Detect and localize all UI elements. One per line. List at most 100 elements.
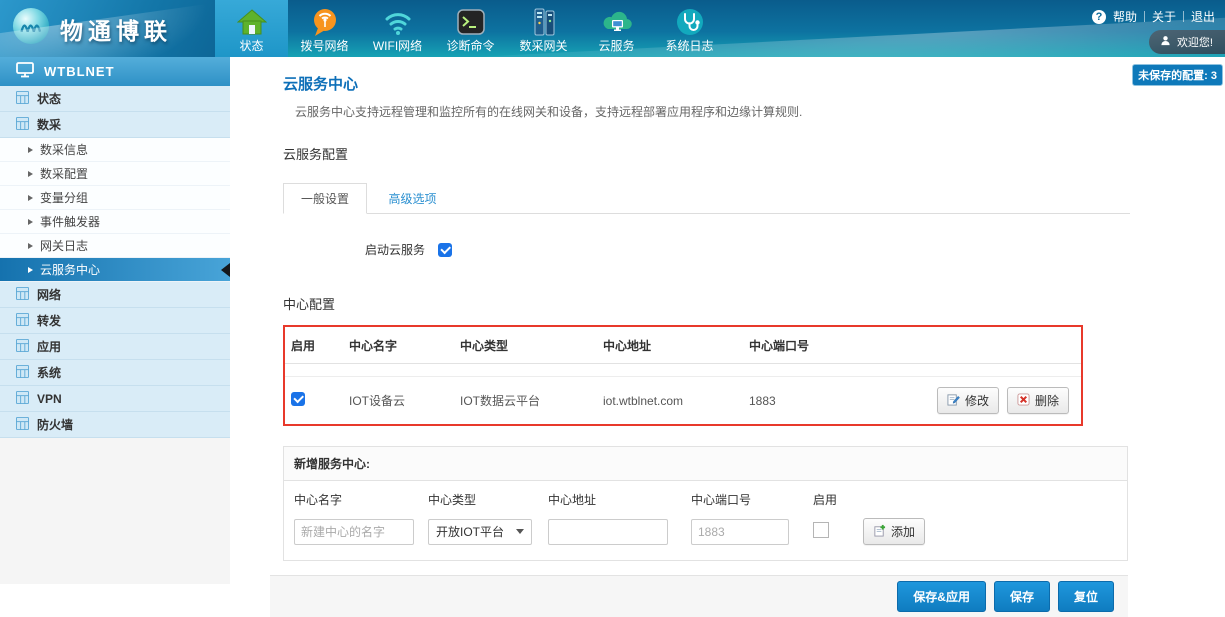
cell-center-port: 1883 xyxy=(749,394,905,408)
help-link[interactable]: 帮助 xyxy=(1113,8,1137,25)
save-apply-button[interactable]: 保存&应用 xyxy=(897,581,986,612)
cell-center-type: IOT数据云平台 xyxy=(460,392,603,409)
sidebar-item-vpn[interactable]: VPN xyxy=(0,386,230,412)
grid-icon xyxy=(16,417,29,433)
cloud-config-heading: 云服务配置 xyxy=(283,144,1225,163)
sidebar-subitem-label: 云服务中心 xyxy=(40,261,100,278)
sidebar-item-system[interactable]: 系统 xyxy=(0,360,230,386)
brand-name: 物通博联 xyxy=(60,12,172,46)
triangle-bullet-icon xyxy=(28,195,33,201)
sidebar-item-status[interactable]: 状态 xyxy=(0,86,230,112)
header-links: ? 帮助 关于 退出 xyxy=(1092,8,1215,25)
table-row: IOT设备云 IOT数据云平台 iot.wtblnet.com 1883 修改 xyxy=(285,377,1081,424)
table-header-row: 启用 中心名字 中心类型 中心地址 中心端口号 xyxy=(285,327,1081,364)
col-header-port: 中心端口号 xyxy=(749,337,905,354)
grid-icon xyxy=(16,365,29,381)
divider xyxy=(1144,11,1145,22)
label-center-type: 中心类型 xyxy=(428,481,548,513)
nav-item-data-gateway[interactable]: 数采网关 xyxy=(507,0,580,57)
logout-link[interactable]: 退出 xyxy=(1191,8,1215,25)
delete-x-icon xyxy=(1017,393,1030,409)
save-button[interactable]: 保存 xyxy=(994,581,1050,612)
monitor-icon xyxy=(16,62,34,81)
device-name-header: WTBLNET xyxy=(0,57,230,86)
label-center-name: 中心名字 xyxy=(294,481,428,513)
center-config-heading: 中心配置 xyxy=(283,294,1225,313)
label-center-address: 中心地址 xyxy=(548,481,691,513)
user-icon xyxy=(1160,35,1171,49)
sidebar-subitem-label: 数采信息 xyxy=(40,141,88,158)
selected-arrow-icon xyxy=(221,263,230,277)
help-icon: ? xyxy=(1092,10,1106,24)
wifi-icon xyxy=(383,5,413,39)
sidebar-item-data-collection[interactable]: 数采 xyxy=(0,112,230,138)
sidebar-subitem-cloud-service-center[interactable]: 云服务中心 xyxy=(0,258,230,282)
enable-cloud-checkbox[interactable] xyxy=(438,243,452,257)
sidebar-item-forwarding[interactable]: 转发 xyxy=(0,308,230,334)
col-header-address: 中心地址 xyxy=(603,337,749,354)
center-address-input[interactable] xyxy=(548,519,668,545)
nav-item-status[interactable]: 状态 xyxy=(215,0,288,57)
sidebar-subitem-data-config[interactable]: 数采配置 xyxy=(0,162,230,186)
sidebar-item-network[interactable]: 网络 xyxy=(0,282,230,308)
sidebar-subitem-data-info[interactable]: 数采信息 xyxy=(0,138,230,162)
sidebar-subitem-gateway-log[interactable]: 网关日志 xyxy=(0,234,230,258)
triangle-bullet-icon xyxy=(28,171,33,177)
cell-center-name: IOT设备云 xyxy=(349,392,460,409)
center-type-select[interactable]: 开放IOT平台 xyxy=(428,519,532,545)
label-enable: 启用 xyxy=(813,481,863,513)
sidebar-subitem-label: 变量分组 xyxy=(40,189,88,206)
about-link[interactable]: 关于 xyxy=(1152,8,1176,25)
row-actions: 修改 删除 xyxy=(905,387,1081,414)
add-button[interactable]: 添加 xyxy=(863,518,925,545)
sidebar-item-label: 网络 xyxy=(37,286,61,303)
nav-item-dial-network[interactable]: 拨号网络 xyxy=(288,0,361,57)
page-description: 云服务中心支持远程管理和监控所有的在线网关和设备，支持远程部署应用程序和边缘计算… xyxy=(295,103,1225,120)
nav-item-cloud-service[interactable]: 云服务 xyxy=(580,0,653,57)
nav-item-wifi-network[interactable]: WIFI网络 xyxy=(361,0,434,57)
table-spacer-row xyxy=(285,364,1081,377)
col-header-enable: 启用 xyxy=(291,337,349,354)
tab-advanced-options[interactable]: 高级选项 xyxy=(371,184,453,213)
nav-label: 状态 xyxy=(239,39,263,53)
edit-button[interactable]: 修改 xyxy=(937,387,999,414)
edit-button-label: 修改 xyxy=(965,392,989,409)
center-type-selected-value: 开放IOT平台 xyxy=(436,523,504,540)
tab-general-settings[interactable]: 一般设置 xyxy=(283,183,367,214)
center-port-input[interactable] xyxy=(691,519,789,545)
grid-icon xyxy=(16,339,29,355)
new-center-enable-checkbox[interactable] xyxy=(813,522,829,538)
top-header: 物通博联 状态 xyxy=(0,0,1225,57)
settings-tabs: 一般设置 高级选项 xyxy=(283,183,1130,214)
add-service-center-panel: 新增服务中心: 中心名字 中心类型 中心地址 中心端口号 启用 开放IOT平台 xyxy=(283,446,1128,561)
server-icon xyxy=(529,5,559,39)
center-config-table-highlight-box: 启用 中心名字 中心类型 中心地址 中心端口号 IOT设备云 IOT数据云平台 … xyxy=(283,325,1083,426)
welcome-badge[interactable]: 欢迎您! xyxy=(1149,30,1225,54)
chevron-down-icon xyxy=(516,529,524,534)
edit-pencil-icon xyxy=(947,393,960,409)
delete-button[interactable]: 删除 xyxy=(1007,387,1069,414)
nav-item-diagnostic-command[interactable]: 诊断命令 xyxy=(434,0,507,57)
welcome-text: 欢迎您! xyxy=(1177,34,1213,50)
grid-icon xyxy=(16,287,29,303)
sidebar-item-application[interactable]: 应用 xyxy=(0,334,230,360)
col-header-type: 中心类型 xyxy=(460,337,603,354)
delete-button-label: 删除 xyxy=(1035,392,1059,409)
nav-label: 数采网关 xyxy=(519,39,567,53)
nav-item-system-log[interactable]: 系统日志 xyxy=(653,0,726,57)
sidebar-subitem-label: 数采配置 xyxy=(40,165,88,182)
device-name: WTBLNET xyxy=(44,64,115,79)
nav-label: 拨号网络 xyxy=(300,39,348,53)
center-name-input[interactable] xyxy=(294,519,414,545)
sidebar-item-firewall[interactable]: 防火墙 xyxy=(0,412,230,438)
reset-button[interactable]: 复位 xyxy=(1058,581,1114,612)
sidebar-item-label: 转发 xyxy=(37,312,61,329)
stethoscope-icon xyxy=(675,5,705,39)
triangle-bullet-icon xyxy=(28,219,33,225)
sidebar-subitem-event-trigger[interactable]: 事件触发器 xyxy=(0,210,230,234)
sidebar-subitem-variable-group[interactable]: 变量分组 xyxy=(0,186,230,210)
footer-actions-bar: 保存&应用 保存 复位 xyxy=(270,575,1128,617)
unsaved-config-badge[interactable]: 未保存的配置: 3 xyxy=(1132,64,1223,86)
row-enable-checkbox[interactable] xyxy=(291,392,305,406)
sidebar-item-label: 状态 xyxy=(37,90,61,107)
